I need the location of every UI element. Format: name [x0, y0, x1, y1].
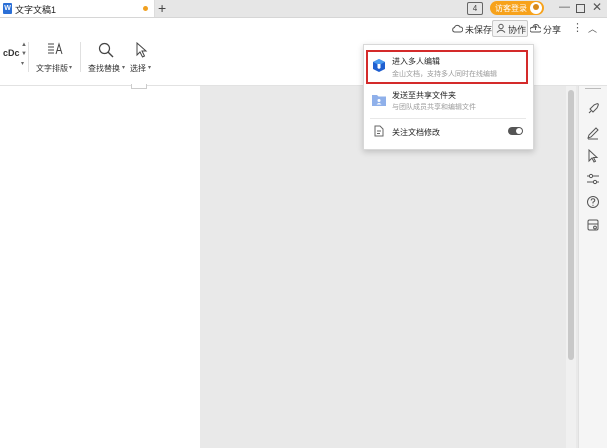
gallery-up-icon[interactable]: ▲: [21, 42, 27, 48]
help-icon[interactable]: [586, 195, 600, 209]
shared-folder-subtitle: 与团队成员共享和编辑文件: [392, 104, 476, 111]
unsaved-status[interactable]: 未保存: [465, 23, 492, 36]
tab-title: 文字文稿1: [15, 5, 57, 15]
document-icon: W: [3, 3, 12, 14]
close-icon[interactable]: ✕: [592, 0, 602, 14]
menu-item-shared-folder[interactable]: 发送至共享文件夹 与团队成员共享和编辑文件: [366, 87, 528, 115]
find-replace-dropdown-icon: ▾: [122, 65, 126, 71]
style-preview: cDc: [3, 48, 20, 58]
collaborate-button[interactable]: 协作: [492, 20, 528, 37]
sliders-icon[interactable]: [586, 172, 600, 186]
text-layout-button[interactable]: 文字排版 ▾: [36, 42, 74, 74]
window-count-badge[interactable]: 4: [467, 2, 483, 15]
menu-divider: [370, 118, 526, 119]
maximize-icon[interactable]: [576, 4, 585, 13]
toolbar-divider: [28, 42, 29, 72]
find-replace-label: 查找替换: [88, 64, 120, 73]
collaborate-icon: [496, 23, 506, 33]
right-sidebar: [578, 86, 607, 448]
settings-panel-icon[interactable]: [586, 218, 600, 232]
watch-changes-title: 关注文档修改: [392, 128, 440, 137]
shared-folder-title: 发送至共享文件夹: [392, 91, 456, 100]
collaborate-label: 协作: [508, 25, 527, 35]
scrollbar-thumb[interactable]: [568, 90, 574, 360]
cursor-icon: [136, 42, 148, 58]
cursor-icon[interactable]: [586, 149, 600, 163]
share-icon: [530, 24, 541, 33]
gallery-down-icon[interactable]: ▼: [21, 51, 27, 57]
text-layout-dropdown-icon: ▾: [69, 65, 73, 71]
watch-changes-toggle[interactable]: [508, 127, 523, 135]
cloud-icon: [452, 24, 463, 33]
document-watch-icon: [374, 125, 384, 137]
select-label: 选择: [130, 64, 146, 73]
add-tab-icon[interactable]: +: [158, 0, 166, 16]
avatar: [530, 2, 542, 14]
sidebar-handle: [585, 88, 601, 89]
shared-folder-icon: [372, 95, 386, 106]
toolbar-divider: [80, 42, 81, 72]
document-page[interactable]: [0, 86, 200, 448]
minimize-icon[interactable]: —: [559, 1, 570, 13]
search-icon: [98, 42, 114, 58]
select-button[interactable]: 选择 ▾: [129, 42, 155, 74]
text-layout-icon: [48, 42, 63, 55]
guest-login-label: 访客登录: [495, 4, 527, 13]
gallery-expand-icon[interactable]: ▾: [21, 60, 24, 67]
more-icon[interactable]: ⋮: [572, 21, 583, 34]
collapse-ribbon-icon[interactable]: ︿: [588, 22, 597, 35]
ruler-marker: [131, 84, 147, 89]
share-label[interactable]: 分享: [543, 23, 561, 36]
styles-gallery[interactable]: cDc ▲ ▼ ▾: [3, 42, 27, 72]
rocket-icon[interactable]: [586, 102, 600, 116]
menu-item-watch-changes[interactable]: 关注文档修改: [366, 121, 528, 141]
unsaved-dot-icon: [143, 6, 148, 11]
highlight-box: [366, 50, 528, 84]
select-dropdown-icon: ▾: [148, 65, 152, 71]
guest-login-button[interactable]: 访客登录: [490, 1, 544, 15]
text-layout-label: 文字排版: [36, 64, 68, 73]
find-replace-button[interactable]: 查找替换 ▾: [86, 42, 128, 74]
pen-icon[interactable]: [586, 126, 600, 140]
